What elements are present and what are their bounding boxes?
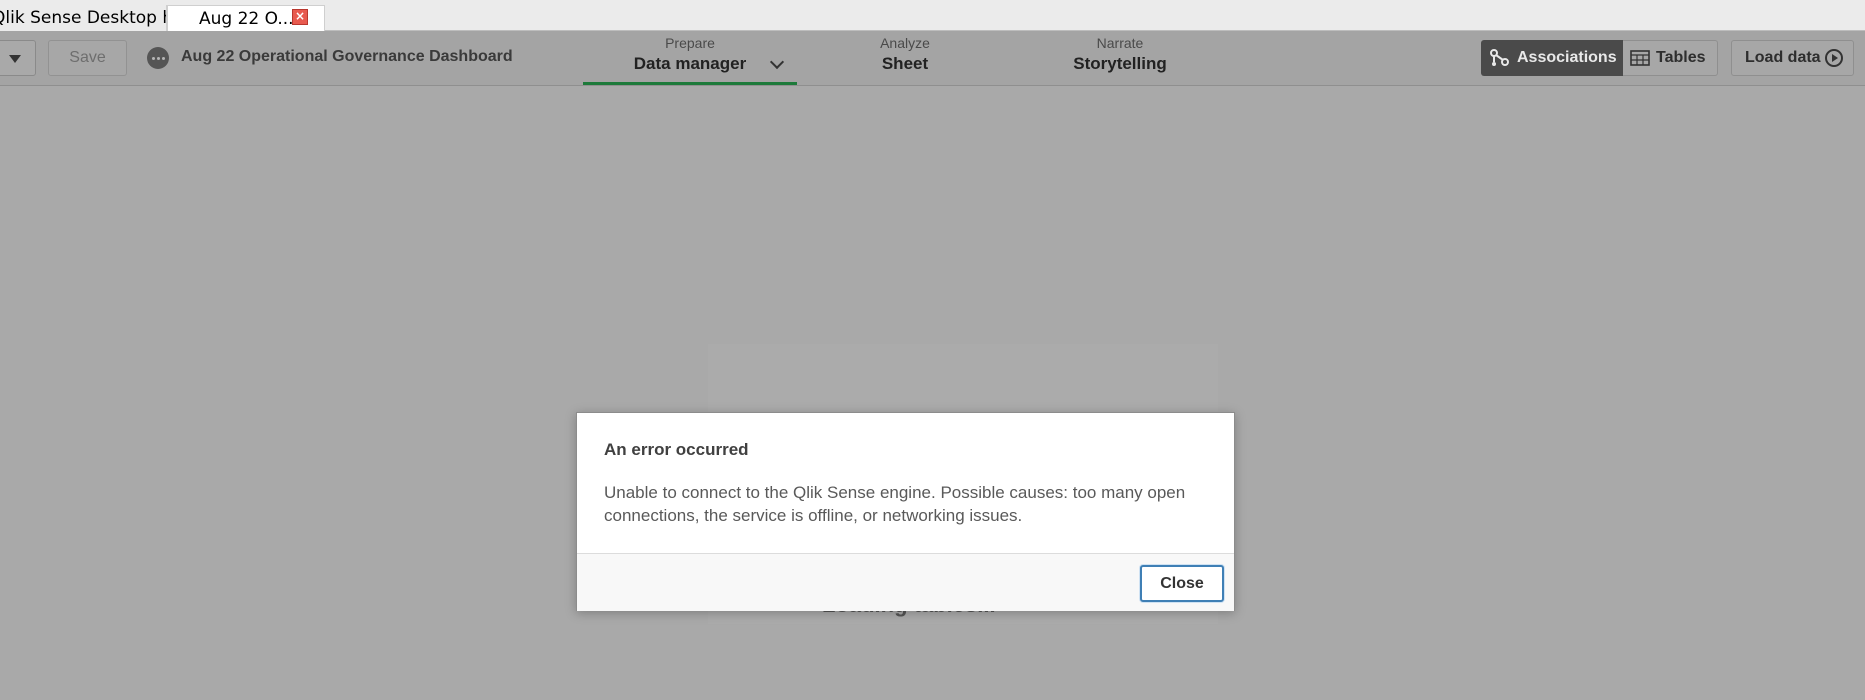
save-button[interactable]: Save xyxy=(48,40,127,76)
play-circle-icon xyxy=(1825,49,1843,67)
load-data-button[interactable]: Load data xyxy=(1731,40,1854,76)
dialog-footer: Close xyxy=(577,553,1234,611)
tab-strip: Qlik Sense Desktop hub Aug 22 O... × xyxy=(0,0,1865,32)
load-data-label: Load data xyxy=(1745,49,1821,66)
table-icon xyxy=(1630,50,1650,66)
close-button[interactable]: Close xyxy=(1140,565,1224,602)
more-options-icon[interactable] xyxy=(147,47,169,69)
associations-label: Associations xyxy=(1517,49,1617,66)
tab-app-label: Aug 22 O... xyxy=(199,9,294,29)
tables-label: Tables xyxy=(1656,49,1706,66)
dialog-message: Unable to connect to the Qlik Sense engi… xyxy=(604,483,1186,525)
nav-tab-prepare[interactable]: Prepare Data manager xyxy=(583,35,797,85)
nav-narrate-sub: Narrate xyxy=(1096,35,1144,51)
nav-analyze-sub: Analyze xyxy=(880,35,930,51)
tab-hub-label: Qlik Sense Desktop hub xyxy=(0,8,166,28)
error-dialog: An error occurred Unable to connect to t… xyxy=(576,412,1235,611)
nav-narrate-main: Storytelling xyxy=(1073,54,1167,73)
nav-tab-analyze[interactable]: Analyze Sheet xyxy=(850,35,960,76)
tab-qlik-hub[interactable]: Qlik Sense Desktop hub xyxy=(0,5,167,31)
tab-close-icon[interactable]: × xyxy=(292,9,308,25)
dialog-title: An error occurred xyxy=(604,440,749,459)
app-toolbar: Save Aug 22 Operational Governance Dashb… xyxy=(0,31,1865,86)
nav-analyze-main: Sheet xyxy=(881,54,929,73)
global-menu-button[interactable] xyxy=(0,40,36,76)
associations-icon xyxy=(1490,49,1509,66)
associations-button[interactable]: Associations xyxy=(1481,40,1623,76)
caret-down-icon xyxy=(9,55,21,63)
app-title: Aug 22 Operational Governance Dashboard xyxy=(181,48,513,65)
tables-button[interactable]: Tables xyxy=(1623,40,1718,76)
nav-prepare-sub: Prepare xyxy=(665,35,715,51)
nav-tab-narrate[interactable]: Narrate Storytelling xyxy=(1060,35,1180,76)
nav-prepare-main: Data manager xyxy=(633,54,747,73)
